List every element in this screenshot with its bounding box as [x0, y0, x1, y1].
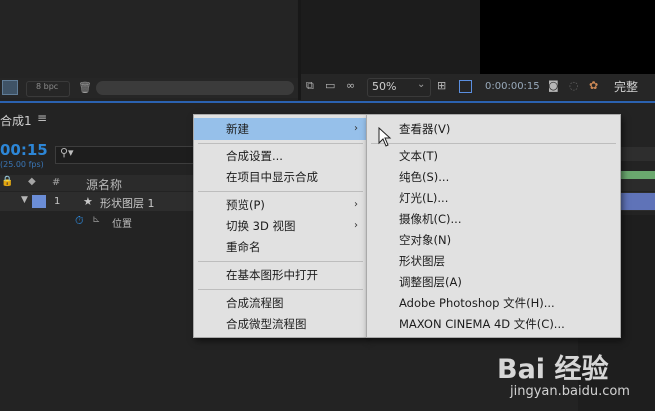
star-icon: ★ [83, 195, 93, 208]
grid-icon[interactable]: ⊞ [437, 79, 446, 92]
number-column-header: # [52, 177, 61, 188]
submenu-item-shape-layer[interactable]: 形状图层 [367, 250, 620, 272]
submenu-item-cinema4d-file[interactable]: MAXON CINEMA 4D 文件(C)... [367, 313, 620, 335]
menu-item-open-in-essential-graphics[interactable]: 在基本图形中打开 [194, 264, 367, 286]
cursor-icon [378, 127, 392, 147]
resolution-dropdown[interactable]: 完整 [614, 78, 638, 95]
viewer-canvas [480, 0, 655, 74]
zoom-value: 50% [372, 80, 397, 93]
monitor-icon[interactable]: ▭ [325, 79, 335, 92]
horizontal-scrollbar[interactable] [96, 81, 294, 95]
menu-separator [371, 143, 616, 144]
baidu-watermark: Bai 经验 [497, 347, 608, 386]
new-submenu: 查看器(V) 文本(T) 纯色(S)... 灯光(L)... 摄像机(C)...… [366, 114, 621, 338]
fps-label: (25.00 fps) [0, 160, 44, 169]
stopwatch-icon[interactable]: ⏱ [75, 214, 84, 228]
menu-item-preview[interactable]: 预览(P) › [194, 194, 367, 216]
chevron-right-icon: › [354, 199, 358, 210]
layer-duration-bar[interactable] [620, 193, 655, 210]
layer-color-label[interactable] [32, 195, 46, 208]
submenu-item-camera[interactable]: 摄像机(C)... [367, 208, 620, 230]
submenu-item-text[interactable]: 文本(T) [367, 145, 620, 167]
source-name-header[interactable]: 源名称 [86, 176, 122, 193]
expand-arrow-icon[interactable]: ▼ [21, 195, 28, 205]
chevron-right-icon: › [354, 123, 358, 134]
time-ruler[interactable] [620, 147, 655, 161]
label-tag-icon: ◆ [28, 176, 36, 187]
watermark-brand: Bai 经验 [497, 354, 609, 385]
current-time[interactable]: 00:15 [0, 141, 48, 159]
submenu-item-photoshop-file[interactable]: Adobe Photoshop 文件(H)... [367, 292, 620, 314]
menu-item-new[interactable]: 新建 › [194, 118, 367, 140]
work-area-bar[interactable] [620, 171, 655, 179]
submenu-item-light[interactable]: 灯光(L)... [367, 187, 620, 209]
menu-item-comp-settings[interactable]: 合成设置... [194, 145, 367, 167]
menu-item-rename[interactable]: 重命名 [194, 236, 367, 258]
menu-separator [198, 289, 363, 290]
menu-item-label: 预览(P) [226, 198, 265, 212]
color-channel-icon[interactable]: ✿ [589, 79, 598, 92]
viewer-timecode[interactable]: 0:00:00:15 [485, 81, 540, 92]
context-menu: 新建 › 合成设置... 在项目中显示合成 预览(P) › 切换 3D 视图 ›… [193, 114, 368, 338]
trash-icon[interactable]: 🗑 [78, 81, 92, 94]
menu-item-switch-3d-view[interactable]: 切换 3D 视图 › [194, 215, 367, 237]
project-panel [0, 0, 297, 78]
menu-icon[interactable]: ≡ [37, 111, 47, 125]
submenu-item-adjustment-layer[interactable]: 调整图层(A) [367, 271, 620, 293]
submenu-item-solid[interactable]: 纯色(S)... [367, 166, 620, 188]
menu-item-flowchart[interactable]: 合成流程图 [194, 292, 367, 314]
search-icon: ⚲▾ [60, 146, 74, 159]
layer-number: 1 [54, 196, 61, 207]
submenu-item-viewer[interactable]: 查看器(V) [367, 118, 620, 140]
menu-separator [198, 261, 363, 262]
lock-icon: 🔒 [1, 176, 14, 187]
menu-item-label: 切换 3D 视图 [226, 219, 296, 233]
property-name: 位置 [112, 219, 132, 230]
menu-item-reveal-in-project[interactable]: 在项目中显示合成 [194, 166, 367, 188]
watermark-url: jingyan.baidu.com [510, 384, 630, 399]
camera-icon[interactable]: ◙ [548, 79, 559, 92]
menu-separator [198, 191, 363, 192]
tab-composition[interactable]: 合成1 [0, 112, 32, 129]
always-preview-icon[interactable]: ⧉ [306, 79, 314, 93]
menu-separator [198, 143, 363, 144]
region-of-interest-icon[interactable] [459, 80, 472, 93]
snapshot-icon[interactable]: ◌ [569, 79, 579, 92]
search-input[interactable] [55, 146, 197, 164]
chevron-down-icon: ⌄ [417, 79, 426, 90]
mask-icon[interactable]: ∞ [346, 79, 355, 92]
chevron-right-icon: › [354, 220, 358, 231]
submenu-item-null-object[interactable]: 空对象(N) [367, 229, 620, 251]
menu-item-mini-flowchart[interactable]: 合成微型流程图 [194, 313, 367, 335]
menu-item-label: 新建 [226, 122, 249, 136]
graph-icon[interactable]: ⊾ [92, 214, 100, 225]
layer-name[interactable]: 形状图层 1 [100, 195, 155, 211]
composition-icon[interactable] [2, 80, 18, 95]
bpc-label: 8 bpc [36, 82, 59, 91]
